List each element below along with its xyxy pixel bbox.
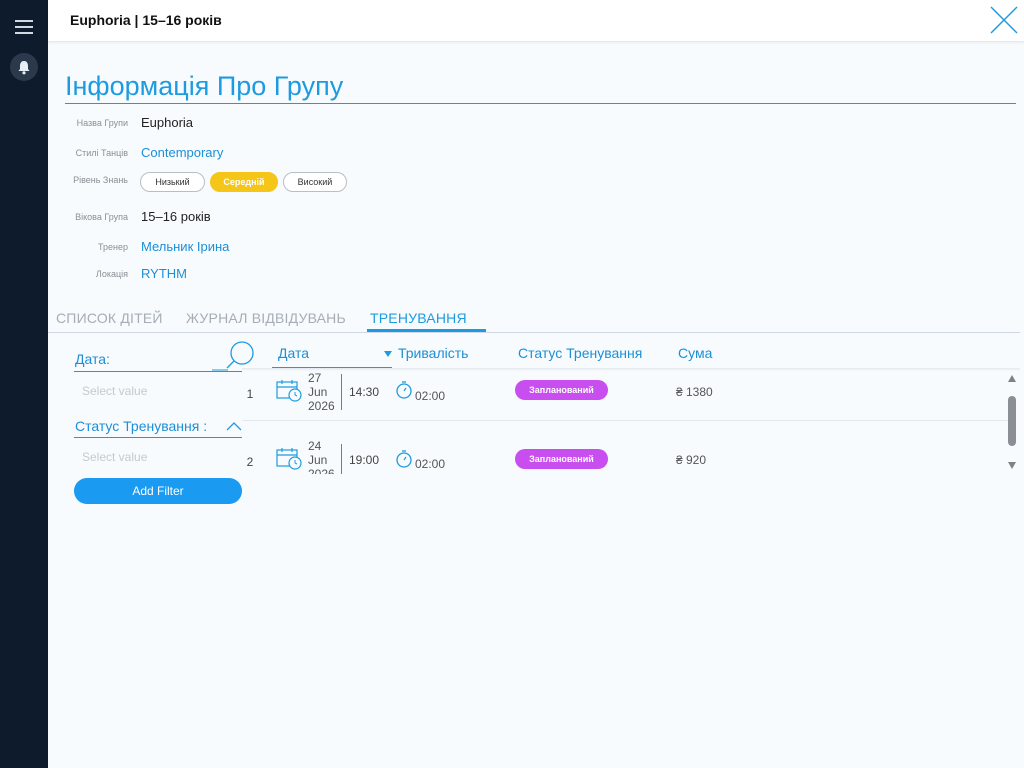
column-header-duration[interactable]: Тривалість xyxy=(398,345,468,361)
knowledge-level-row: Рівень Знань Низький Середній Високий xyxy=(48,172,448,192)
row-date: 24 Jun 2026 xyxy=(308,439,335,474)
date-divider xyxy=(341,374,342,410)
status-filter-input[interactable] xyxy=(82,450,232,464)
status-filter-label: Статус Тренування : xyxy=(75,418,208,434)
level-medium-chip[interactable]: Середній xyxy=(210,172,278,192)
table-row[interactable]: 1 27 Jun 2026 14:30 02:00 Запланований ₴… xyxy=(242,371,1008,441)
location-label: Локація xyxy=(95,269,128,279)
row-date-day: 27 xyxy=(308,371,322,385)
row-date-month: Jun xyxy=(308,385,328,399)
section-title: Інформація Про Групу xyxy=(65,70,1016,104)
table-scrollbar[interactable] xyxy=(1004,371,1020,474)
level-high-chip[interactable]: Високий xyxy=(283,172,347,192)
row-date-month: Jun xyxy=(308,453,328,467)
tab-bar: СПИСОК ДІТЕЙ ЖУРНАЛ ВІДВІДУВАНЬ ТРЕНУВАН… xyxy=(48,310,1020,333)
page-title: Euphoria | 15–16 років xyxy=(70,12,222,28)
row-index: 1 xyxy=(246,387,254,401)
status-badge: Запланований xyxy=(515,449,608,469)
table-row[interactable]: 2 24 Jun 2026 19:00 02:00 Запланований ₴… xyxy=(242,439,1008,474)
add-filter-button[interactable]: Add Filter xyxy=(74,478,242,504)
column-header-status[interactable]: Статус Тренування xyxy=(518,345,642,361)
dance-styles-label: Стилі Танців xyxy=(75,148,128,158)
column-header-date[interactable]: Дата xyxy=(278,345,309,361)
row-duration: 02:00 xyxy=(415,457,446,471)
sidebar-rail xyxy=(0,0,48,768)
close-button[interactable] xyxy=(988,4,1020,36)
status-badge: Запланований xyxy=(515,380,608,400)
tab-attendance-journal[interactable]: ЖУРНАЛ ВІДВІДУВАНЬ xyxy=(186,310,346,332)
age-group-label: Вікова Група xyxy=(75,212,128,222)
row-date: 27 Jun 2026 xyxy=(308,371,335,413)
knowledge-level-label: Рівень Знань xyxy=(73,175,128,185)
level-low-chip[interactable]: Низький xyxy=(140,172,205,192)
tab-trainings[interactable]: ТРЕНУВАННЯ xyxy=(367,310,486,332)
notifications-button[interactable] xyxy=(10,53,38,81)
scroll-down-icon[interactable] xyxy=(1008,462,1016,469)
group-name-value: Euphoria xyxy=(141,115,194,130)
scroll-up-icon[interactable] xyxy=(1008,375,1016,382)
row-duration: 02:00 xyxy=(415,389,446,403)
row-time: 14:30 xyxy=(349,385,380,399)
row-divider xyxy=(242,420,1008,421)
row-date-day: 24 xyxy=(308,439,322,453)
scroll-thumb[interactable] xyxy=(1008,396,1016,446)
trainer-label: Тренер xyxy=(98,242,128,252)
row-time: 19:00 xyxy=(349,453,380,467)
sort-down-icon[interactable] xyxy=(383,350,393,358)
row-sum: ₴ 1380 xyxy=(676,385,713,399)
date-divider xyxy=(341,444,342,474)
status-filter-underline xyxy=(74,437,242,438)
header-bar: Euphoria | 15–16 років xyxy=(48,0,1024,42)
column-header-sum[interactable]: Сума xyxy=(678,345,712,361)
row-sum: ₴ 920 xyxy=(676,453,707,467)
menu-icon[interactable] xyxy=(15,20,33,34)
close-icon xyxy=(990,6,1018,34)
date-filter-label: Дата: xyxy=(75,351,110,367)
row-index: 2 xyxy=(246,455,254,469)
stopwatch-icon xyxy=(396,450,412,468)
age-group-value: 15–16 років xyxy=(141,209,211,224)
date-filter-input[interactable] xyxy=(82,384,232,398)
location-value[interactable]: RYTHM xyxy=(141,266,187,281)
stopwatch-icon xyxy=(396,381,412,399)
bell-icon xyxy=(18,61,30,75)
dance-styles-value[interactable]: Contemporary xyxy=(141,145,223,160)
calendar-icon xyxy=(276,448,302,470)
tab-children-list[interactable]: СПИСОК ДІТЕЙ xyxy=(56,310,163,332)
trainings-table-body: 1 27 Jun 2026 14:30 02:00 Запланований ₴… xyxy=(242,371,1008,474)
group-name-label: Назва Групи xyxy=(76,118,128,128)
chevron-up-icon[interactable] xyxy=(226,420,242,432)
row-date-year: 2026 xyxy=(308,399,335,413)
calendar-icon xyxy=(276,380,302,402)
trainer-value[interactable]: Мельник Ірина xyxy=(141,239,229,254)
row-date-year: 2026 xyxy=(308,467,335,474)
